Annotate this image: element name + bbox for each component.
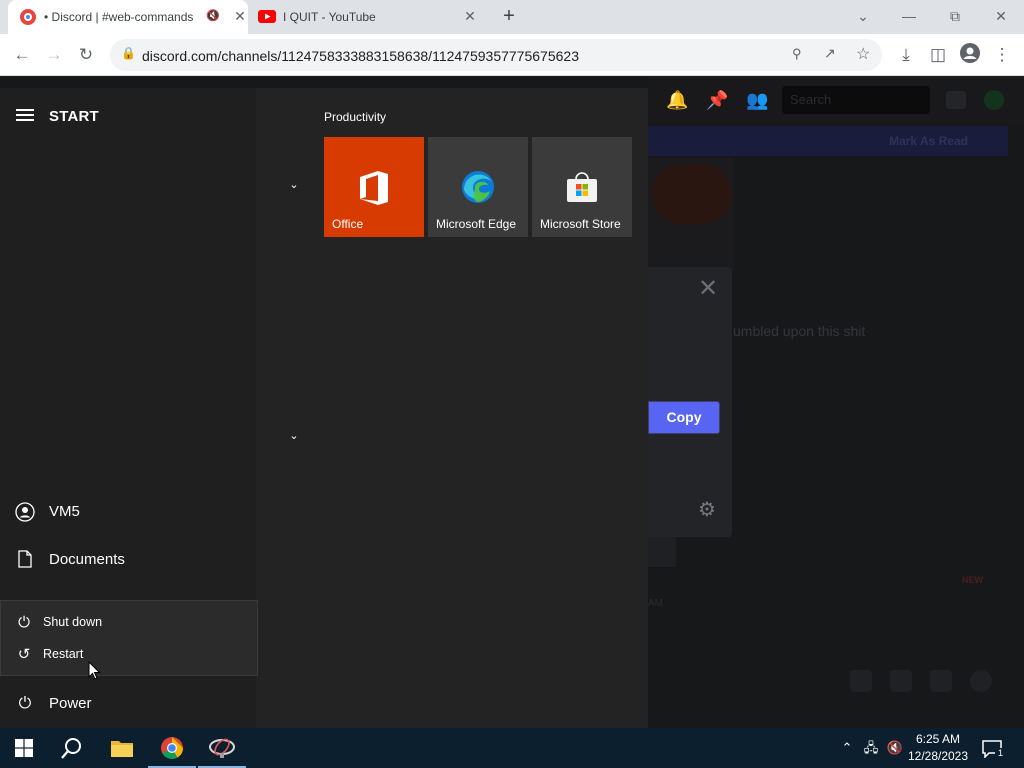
chevron-down-icon[interactable]: ⌄ [286, 177, 302, 193]
url-text: discord.com/channels/1124758333883158638… [142, 48, 579, 64]
bookmark-star-icon[interactable]: ☆ [856, 44, 870, 64]
chat-input-icons [850, 670, 1000, 694]
settings-gear-icon[interactable]: ⚙ [695, 498, 719, 522]
taskbar-search-button[interactable] [48, 728, 96, 768]
power-label: Power [49, 695, 92, 712]
tab-title: • Discord | #web-commands [44, 10, 194, 24]
sticker-icon[interactable] [930, 670, 952, 692]
copy-button[interactable]: Copy [648, 401, 720, 434]
chrome-icon [161, 737, 183, 759]
members-icon[interactable]: 👥 [746, 90, 768, 111]
shut-down-option[interactable]: ⏻ Shut down [1, 607, 257, 639]
network-app-icon [209, 738, 235, 758]
message-text: umbled upon this shit [733, 323, 866, 339]
chrome-taskbar-button[interactable] [148, 728, 196, 768]
tab-discord[interactable]: • Discord | #web-commands 🔇 ✕ [8, 0, 248, 34]
user-name: VM5 [49, 503, 80, 520]
documents-label: Documents [49, 551, 125, 568]
message-timestamp: AM [648, 598, 663, 609]
inbox-icon[interactable] [946, 91, 966, 109]
clock-date: 12/28/2023 [907, 749, 969, 763]
address-bar[interactable]: 🔒 discord.com/channels/11247583338831586… [110, 39, 882, 71]
edge-tile[interactable]: Microsoft Edge [428, 137, 528, 237]
start-button[interactable] [0, 728, 48, 768]
clock-time: 6:25 AM [915, 732, 961, 746]
folder-icon [111, 741, 133, 757]
hamburger-menu-icon[interactable] [16, 109, 34, 123]
discord-favicon-icon [20, 9, 36, 25]
modal-close-icon[interactable]: ✕ [696, 277, 720, 302]
browser-toolbar: ← → ↻ 🔒 discord.com/channels/11247583338… [0, 34, 1024, 76]
tile-label: Office [332, 217, 364, 231]
tile-group-title: Productivity [324, 110, 387, 124]
power-options-flyout: ⏻ Shut down ↺ Restart [0, 600, 258, 676]
close-tab-icon[interactable]: ✕ [232, 8, 248, 24]
restart-icon: ↺ [17, 646, 31, 663]
store-icon [567, 172, 597, 202]
pin-icon[interactable]: 📌 [706, 90, 728, 111]
discord-search-input[interactable]: Search [782, 86, 930, 114]
back-icon[interactable]: ← [10, 43, 34, 67]
power-item[interactable]: ⏻ Power [0, 684, 256, 724]
gift-icon[interactable] [850, 670, 872, 692]
modal-footer [648, 537, 676, 567]
search-icon [61, 738, 81, 759]
youtube-favicon-icon [258, 10, 276, 23]
message-image[interactable] [648, 158, 734, 270]
gif-icon[interactable] [890, 670, 912, 692]
close-window-icon[interactable]: ✕ [986, 5, 1016, 27]
profile-avatar-icon[interactable] [958, 43, 982, 67]
tab-youtube[interactable]: I QUIT - YouTube ✕ [250, 0, 490, 34]
password-key-icon[interactable]: ⚲ [792, 46, 802, 62]
audio-muted-icon[interactable]: 🔇 [206, 9, 220, 22]
menu-dots-icon[interactable]: ⋮ [990, 43, 1014, 67]
downloads-icon[interactable]: ⤓ [894, 43, 918, 67]
start-title: START [49, 108, 99, 125]
close-tab-icon[interactable]: ✕ [462, 8, 478, 24]
notification-count-badge: 1 [995, 748, 1006, 759]
lock-icon[interactable]: 🔒 [121, 46, 136, 60]
tab-search-icon[interactable]: ⌄ [848, 5, 878, 27]
forward-icon[interactable]: → [42, 43, 66, 67]
taskbar-clock[interactable]: 6:25 AM 12/28/2023 [906, 731, 970, 765]
mouse-cursor-icon [88, 661, 101, 680]
user-icon [15, 502, 35, 522]
document-icon [15, 550, 35, 570]
restore-icon[interactable]: ⧉ [940, 5, 970, 27]
mark-as-read-banner[interactable]: Mark As Read [648, 126, 1008, 156]
bell-icon[interactable]: 🔔 [666, 90, 688, 111]
minimize-icon[interactable]: — [894, 5, 924, 27]
power-icon: ⏻ [18, 614, 30, 631]
emoji-icon[interactable] [970, 670, 992, 692]
new-messages-badge: NEW [962, 575, 983, 585]
side-panel-icon[interactable]: ◫ [926, 43, 950, 67]
tile-label: Microsoft Store [540, 217, 621, 231]
action-center-button[interactable]: 1 [980, 737, 1006, 761]
help-icon[interactable] [984, 90, 1004, 110]
chevron-down-icon[interactable]: ⌄ [286, 428, 302, 444]
browser-tab-bar: • Discord | #web-commands 🔇 ✕ I QUIT - Y… [0, 0, 1024, 34]
user-account-item[interactable]: VM5 [0, 492, 256, 532]
reload-icon[interactable]: ↻ [74, 43, 98, 67]
edge-icon [462, 171, 494, 203]
restart-label: Restart [43, 647, 84, 661]
tab-title: I QUIT - YouTube [283, 10, 376, 24]
shut-down-label: Shut down [43, 615, 103, 629]
volume-muted-icon[interactable]: 🔇 [886, 739, 904, 757]
restart-option[interactable]: ↺ Restart [1, 639, 257, 671]
windows-logo-icon [15, 739, 33, 757]
network-icon[interactable]: 🖧 [862, 739, 880, 757]
share-icon[interactable]: ↗ [824, 45, 836, 62]
office-icon [360, 171, 388, 205]
office-tile[interactable]: Office [324, 137, 424, 237]
tile-label: Microsoft Edge [436, 217, 517, 231]
show-hidden-icons-chevron-icon[interactable]: ⌃ [838, 739, 856, 757]
file-explorer-button[interactable] [98, 728, 146, 768]
power-icon: ⏻ [18, 695, 32, 712]
network-app-taskbar-button[interactable] [198, 728, 246, 768]
new-tab-button[interactable]: + [498, 5, 520, 27]
store-tile[interactable]: Microsoft Store [532, 137, 632, 237]
documents-item[interactable]: Documents [0, 540, 256, 580]
